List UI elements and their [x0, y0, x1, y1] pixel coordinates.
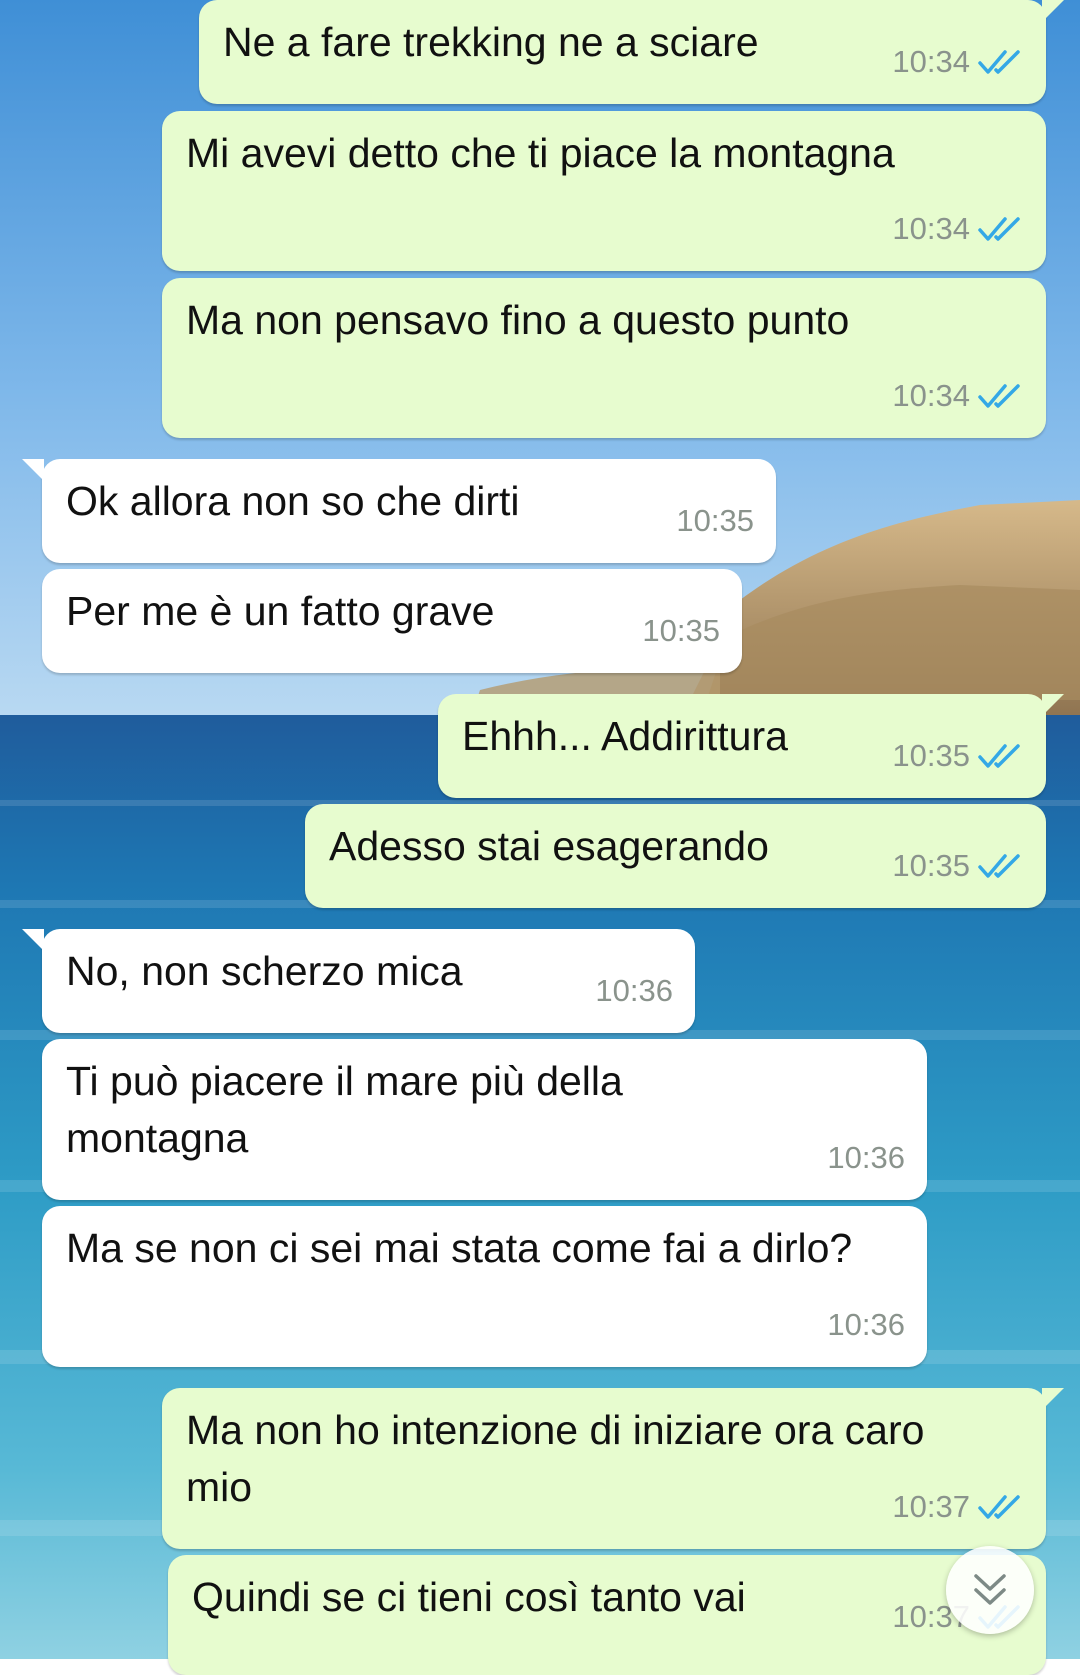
message-text: Ma se non ci sei mai stata come fai a di… [66, 1225, 853, 1271]
message-text: Per me è un fatto grave [66, 588, 495, 634]
read-ticks-icon [978, 743, 1020, 768]
message-bubble-incoming[interactable]: Ti può piacere il mare più della montagn… [42, 1039, 927, 1200]
message-bubble-outgoing[interactable]: Ma non pensavo fino a questo punto 10:34 [162, 278, 1046, 438]
message-meta: 10:35 [642, 602, 720, 659]
message-bubble-outgoing[interactable]: Adesso stai esagerando 10:35 [305, 804, 1046, 908]
message-bubble-outgoing[interactable]: Quindi se ci tieni così tanto vai 10:37 [168, 1555, 1046, 1675]
message-time: 10:35 [892, 738, 970, 773]
message-meta: 10:35 [892, 727, 1024, 784]
read-ticks-icon [978, 1494, 1020, 1519]
message-bubble-outgoing[interactable]: Ma non ho intenzione di iniziare ora car… [162, 1388, 1064, 1549]
message-text: Ok allora non so che dirti [66, 478, 520, 524]
message-bubble-incoming[interactable]: Per me è un fatto grave 10:35 [42, 569, 742, 673]
scroll-to-bottom-button[interactable] [946, 1546, 1034, 1634]
message-meta: 10:36 [827, 1296, 905, 1353]
message-text: Ti può piacere il mare più della montagn… [66, 1058, 635, 1161]
message-meta: 10:36 [827, 1129, 905, 1186]
message-bubble-incoming[interactable]: Ok allora non so che dirti 10:35 [22, 459, 776, 563]
message-bubble-outgoing[interactable]: Ne a fare trekking ne a sciare 10:34 [199, 0, 1064, 104]
message-time: 10:35 [892, 848, 970, 883]
message-time: 10:34 [892, 44, 970, 79]
message-time: 10:37 [892, 1489, 970, 1524]
message-meta: 10:35 [676, 492, 754, 549]
message-meta: 10:36 [595, 962, 673, 1019]
read-ticks-icon [978, 383, 1020, 408]
message-time: 10:35 [642, 613, 720, 648]
message-bubble-outgoing[interactable]: Ehhh... Addirittura 10:35 [438, 694, 1064, 798]
message-meta: 10:34 [892, 200, 1024, 257]
message-bubble-incoming[interactable]: Ma se non ci sei mai stata come fai a di… [42, 1206, 927, 1367]
message-time: 10:35 [676, 503, 754, 538]
read-ticks-icon [978, 49, 1020, 74]
message-time: 10:36 [827, 1140, 905, 1175]
message-bubble-outgoing[interactable]: Mi avevi detto che ti piace la montagna … [162, 111, 1046, 271]
message-text: Ma non pensavo fino a questo punto [186, 297, 850, 343]
message-text: Mi avevi detto che ti piace la montagna [186, 130, 895, 176]
read-ticks-icon [978, 853, 1020, 878]
message-time: 10:36 [827, 1307, 905, 1342]
message-meta: 10:34 [892, 33, 1024, 90]
message-meta: 10:37 [892, 1478, 1024, 1535]
message-time: 10:34 [892, 211, 970, 246]
message-time: 10:36 [595, 973, 673, 1008]
message-bubble-incoming[interactable]: No, non scherzo mica 10:36 [22, 929, 695, 1033]
read-ticks-icon [978, 216, 1020, 241]
message-meta: 10:35 [892, 837, 1024, 894]
message-time: 10:34 [892, 378, 970, 413]
double-chevron-down-icon [974, 1574, 1006, 1605]
message-text: No, non scherzo mica [66, 948, 463, 994]
message-meta: 10:34 [892, 367, 1024, 424]
